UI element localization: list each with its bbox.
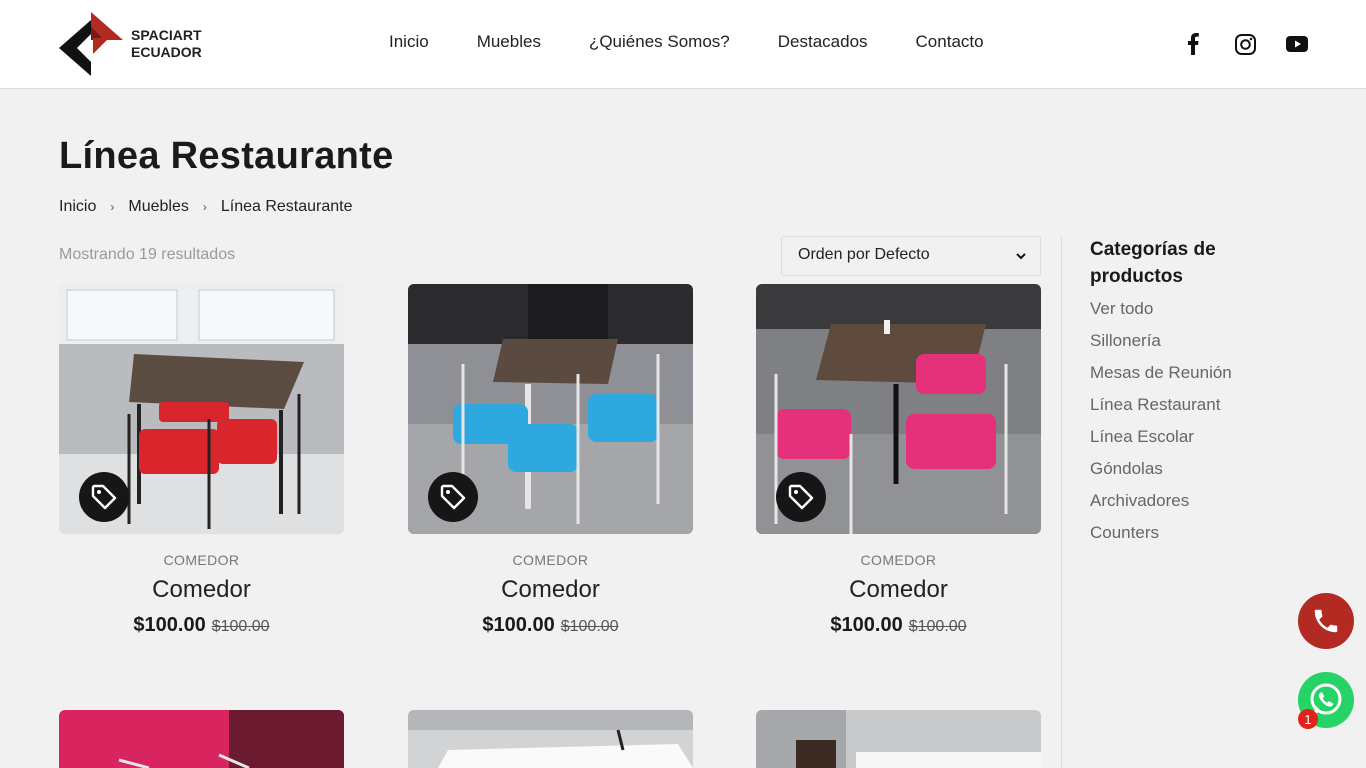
product-image[interactable] bbox=[408, 284, 693, 534]
results-count: Mostrando 19 resultados bbox=[59, 246, 236, 263]
nav-muebles[interactable]: Muebles bbox=[477, 32, 541, 52]
chevron-right-icon: › bbox=[202, 200, 207, 214]
chevron-right-icon: › bbox=[110, 200, 115, 214]
product-card[interactable]: COMEDOR Comedor $100.00 $100.00 bbox=[756, 284, 1041, 637]
chevron-down-icon bbox=[1016, 253, 1026, 260]
product-price: $100.00 $100.00 bbox=[408, 614, 693, 637]
breadcrumb-muebles[interactable]: Muebles bbox=[128, 198, 188, 216]
product-image[interactable] bbox=[59, 710, 344, 768]
product-category[interactable]: COMEDOR bbox=[59, 552, 344, 568]
current-price: $100.00 bbox=[133, 614, 206, 636]
product-image[interactable] bbox=[756, 284, 1041, 534]
product-name[interactable]: Comedor bbox=[756, 576, 1041, 604]
brand-name: SPACIART ECUADOR bbox=[131, 27, 202, 61]
product-name[interactable]: Comedor bbox=[408, 576, 693, 604]
nav-contacto[interactable]: Contacto bbox=[916, 32, 984, 52]
page-title: Línea Restaurante bbox=[59, 135, 394, 177]
product-image[interactable] bbox=[756, 710, 1041, 768]
instagram-icon[interactable] bbox=[1234, 33, 1256, 55]
main-nav: Inicio Muebles ¿Quiénes Somos? Destacado… bbox=[389, 32, 984, 52]
breadcrumb-current: Línea Restaurante bbox=[220, 198, 353, 215]
notification-badge: 1 bbox=[1298, 709, 1318, 729]
facebook-icon[interactable] bbox=[1182, 33, 1204, 55]
brand-line1: SPACIART bbox=[131, 27, 202, 43]
category-silloneria[interactable]: Sillonería bbox=[1090, 331, 1232, 363]
tag-icon[interactable] bbox=[79, 472, 129, 522]
brand-line2: ECUADOR bbox=[131, 44, 202, 60]
category-mesas-de-reunion[interactable]: Mesas de Reunión bbox=[1090, 363, 1232, 395]
product-name[interactable]: Comedor bbox=[59, 576, 344, 604]
old-price: $100.00 bbox=[211, 618, 270, 635]
category-gondolas[interactable]: Góndolas bbox=[1090, 459, 1232, 491]
sort-selected-value: Orden por Defecto bbox=[798, 246, 930, 263]
category-archivadores[interactable]: Archivadores bbox=[1090, 491, 1232, 523]
product-category[interactable]: COMEDOR bbox=[408, 552, 693, 568]
category-linea-restaurant[interactable]: Línea Restaurant bbox=[1090, 395, 1232, 427]
site-header: SPACIART ECUADOR Inicio Muebles ¿Quiénes… bbox=[0, 0, 1366, 89]
current-price: $100.00 bbox=[482, 614, 555, 636]
tag-icon[interactable] bbox=[776, 472, 826, 522]
brand-logo[interactable]: SPACIART ECUADOR bbox=[59, 12, 209, 76]
product-price: $100.00 $100.00 bbox=[756, 614, 1041, 637]
breadcrumb: Inicio › Muebles › Línea Restaurante bbox=[59, 198, 353, 216]
nav-destacados[interactable]: Destacados bbox=[778, 32, 868, 52]
tag-icon[interactable] bbox=[428, 472, 478, 522]
sidebar-title: Categorías de productos bbox=[1090, 239, 1216, 287]
logo-mark-icon bbox=[59, 12, 123, 76]
category-linea-escolar[interactable]: Línea Escolar bbox=[1090, 427, 1232, 459]
nav-inicio[interactable]: Inicio bbox=[389, 32, 429, 52]
current-price: $100.00 bbox=[830, 614, 903, 636]
product-card[interactable]: COMEDOR Comedor $100.00 $100.00 bbox=[408, 284, 693, 637]
sort-select[interactable]: Orden por Defecto bbox=[781, 236, 1041, 276]
product-image[interactable] bbox=[59, 284, 344, 534]
product-category[interactable]: COMEDOR bbox=[756, 552, 1041, 568]
old-price: $100.00 bbox=[560, 618, 619, 635]
category-ver-todo[interactable]: Ver todo bbox=[1090, 299, 1232, 331]
sidebar-divider bbox=[1061, 236, 1062, 768]
product-price: $100.00 $100.00 bbox=[59, 614, 344, 637]
youtube-icon[interactable] bbox=[1286, 33, 1308, 55]
phone-icon bbox=[1314, 609, 1338, 633]
category-list: Ver todo Sillonería Mesas de Reunión Lín… bbox=[1090, 299, 1232, 555]
product-card[interactable]: COMEDOR Comedor $100.00 $100.00 bbox=[59, 284, 344, 637]
category-counters[interactable]: Counters bbox=[1090, 523, 1232, 555]
old-price: $100.00 bbox=[908, 618, 967, 635]
product-image[interactable] bbox=[408, 710, 693, 768]
breadcrumb-inicio[interactable]: Inicio bbox=[59, 198, 96, 216]
phone-call-button[interactable] bbox=[1298, 593, 1354, 649]
nav-quienes-somos[interactable]: ¿Quiénes Somos? bbox=[589, 32, 730, 52]
